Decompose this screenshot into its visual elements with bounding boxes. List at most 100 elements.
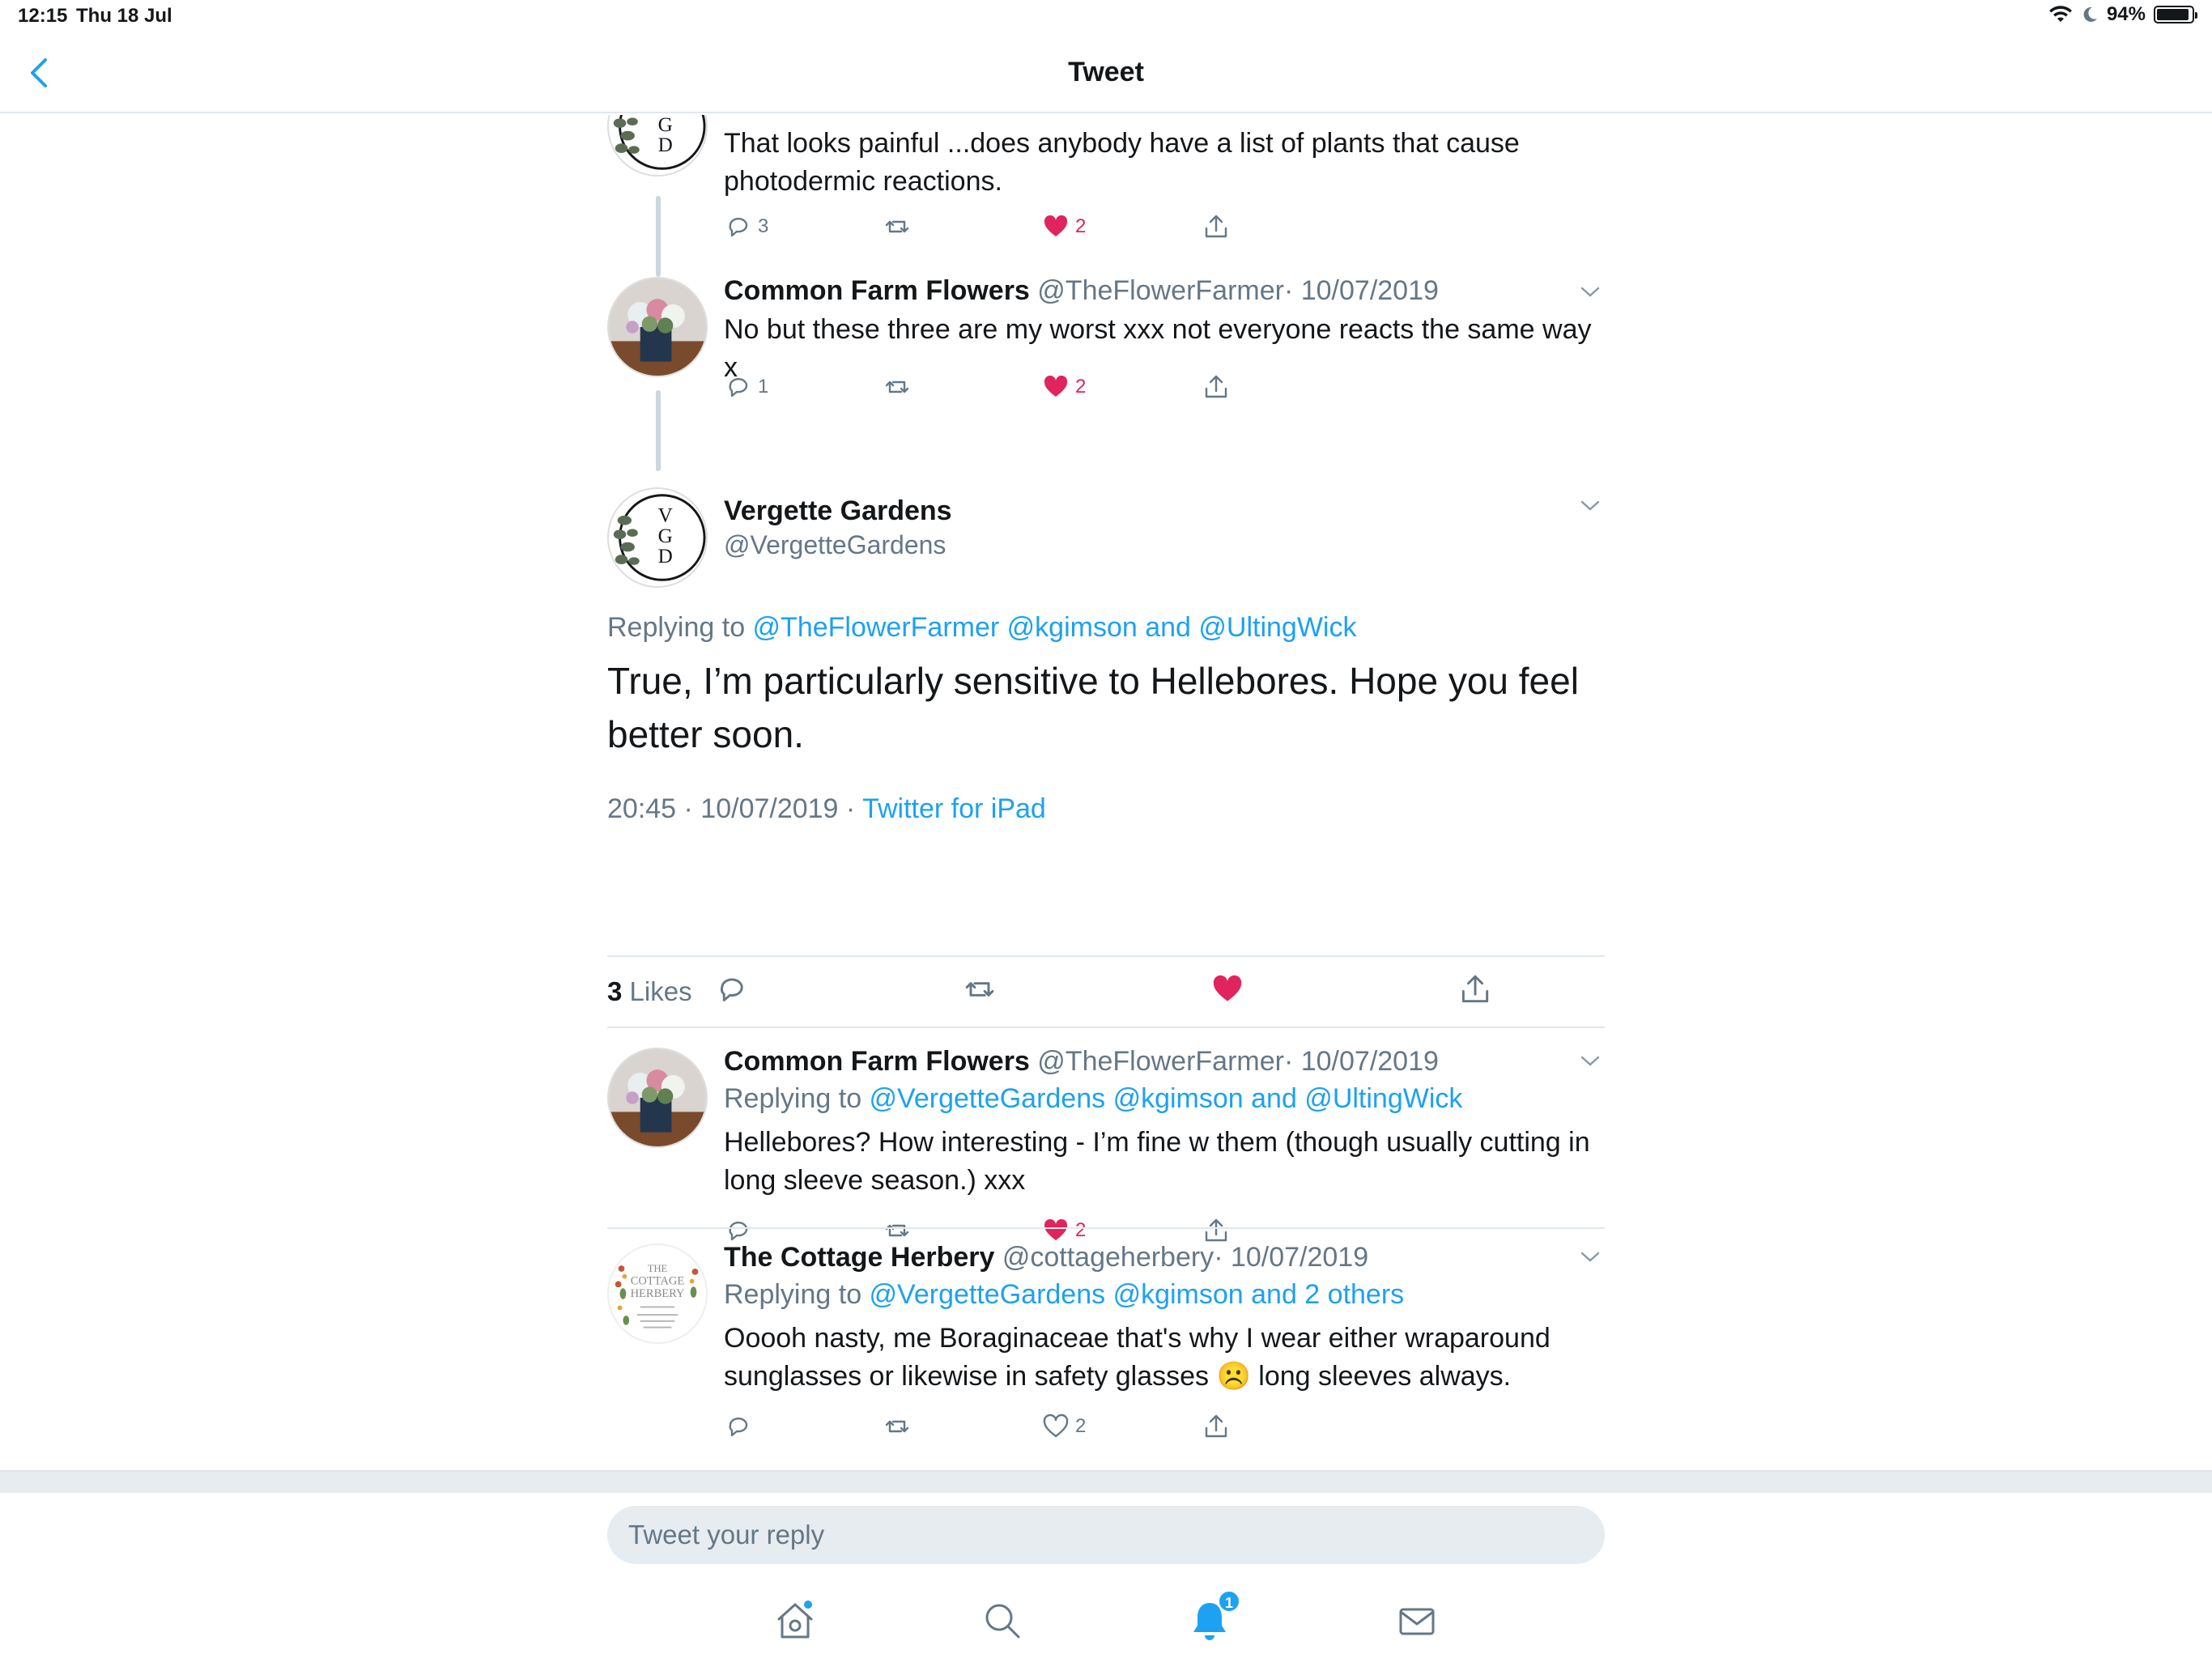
main-author: Vergette Gardens @VergetteGardens	[724, 494, 1605, 562]
like-count: 2	[1075, 215, 1087, 237]
reply-button[interactable]	[724, 1412, 753, 1441]
tweet-actions: 1 2	[724, 372, 1291, 408]
status-bar: 12:15 Thu 18 Jul 94%	[0, 0, 2212, 32]
reply-count: 1	[758, 376, 769, 397]
battery-icon	[2154, 6, 2197, 23]
heart-filled-icon	[1213, 975, 1242, 1001]
tab-notifications[interactable]: 1	[1185, 1590, 1240, 1645]
reply-icon	[729, 377, 748, 397]
main-tweet-actions	[607, 971, 1605, 1012]
tweet-timestamp: 20:45 · 10/07/2019 · Twitter for iPad	[607, 793, 1046, 825]
share-button[interactable]	[1202, 1412, 1231, 1441]
heart-outline-icon	[1043, 1414, 1069, 1438]
avatar[interactable]: THE COTTAGE HERBERY	[607, 1244, 708, 1344]
herbery-line: THE	[648, 1263, 668, 1274]
like-count: 2	[1075, 1219, 1087, 1241]
vgd-logo-image: V G D	[609, 115, 706, 175]
tweet-date: · 10/07/2019	[1214, 1242, 1369, 1273]
handle[interactable]: @TheFlowerFarmer	[1037, 275, 1284, 306]
tweet-header: Common Farm Flowers @TheFlowerFarmer· 10…	[724, 274, 1605, 308]
share-button[interactable]	[1202, 212, 1231, 241]
retweet-button[interactable]	[962, 971, 998, 1007]
handle[interactable]: @VergetteGardens	[724, 528, 1605, 562]
vgd-logo-image: V G D	[609, 489, 706, 586]
vgd-letter: V	[658, 505, 673, 527]
moon-icon	[2083, 6, 2097, 22]
retweet-button[interactable]	[883, 1412, 912, 1441]
tweet-text: Hellebores? How interesting - I’m fine w…	[724, 1127, 1590, 1196]
thread-tweet[interactable]: Common Farm Flowers @TheFlowerFarmer· 10…	[607, 274, 1605, 471]
search-icon	[985, 1604, 1020, 1639]
divider	[607, 1027, 1605, 1028]
vgd-letter: D	[658, 546, 673, 568]
avatar[interactable]	[607, 277, 708, 377]
wifi-icon	[2048, 6, 2072, 22]
tweet-source-link[interactable]: Twitter for iPad	[862, 793, 1046, 824]
reply-button[interactable]: 3	[724, 212, 768, 241]
reply-placeholder: Tweet your reply	[628, 1520, 825, 1550]
notification-badge: 1	[1218, 1590, 1240, 1613]
flowers-photo-image	[609, 1049, 706, 1146]
main-tweet-text: True, I’m particularly sensitive to Hell…	[607, 660, 1579, 755]
timestamp: 20:45 · 10/07/2019 ·	[607, 793, 863, 824]
replying-to-users[interactable]: @TheFlowerFarmer @kgimson and @UltingWic…	[753, 612, 1357, 643]
retweet-icon	[965, 982, 994, 997]
tweet-date: · 10/07/2019	[1283, 275, 1439, 306]
like-count: 2	[1075, 1415, 1087, 1437]
tweet-header: The Cottage Herbery @cottageherbery· 10/…	[724, 1240, 1605, 1274]
battery-percent: 94%	[2106, 3, 2146, 25]
replying-to-users[interactable]: @VergetteGardens @kgimson and 2 others	[870, 1279, 1405, 1310]
divider	[607, 1227, 1605, 1229]
reply-icon	[729, 217, 748, 237]
display-name[interactable]: Vergette Gardens	[724, 494, 1605, 528]
like-button[interactable]: 2	[1041, 1412, 1086, 1441]
status-time: 12:15	[18, 5, 68, 27]
replying-to: Replying to @TheFlowerFarmer @kgimson an…	[607, 607, 1357, 648]
share-icon	[1461, 975, 1489, 1003]
tweet-actions: 2	[724, 1412, 1291, 1448]
reply-button[interactable]: 1	[724, 372, 768, 402]
avatar[interactable]: V G D	[607, 115, 708, 176]
display-name[interactable]: The Cottage Herbery	[724, 1242, 994, 1273]
herbery-line: COTTAGE	[631, 1274, 685, 1287]
replying-to-prefix: Replying to	[607, 612, 753, 643]
tweet-reply-input[interactable]: Tweet your reply	[607, 1506, 1605, 1564]
tweet-header: Common Farm Flowers @TheFlowerFarmer· 10…	[724, 1044, 1605, 1078]
tweet-text: Ooooh nasty, me Boraginaceae that's why …	[724, 1323, 1551, 1392]
vgd-letter: G	[658, 115, 673, 136]
tab-search[interactable]	[978, 1596, 1027, 1645]
share-icon	[1205, 215, 1227, 238]
retweet-button[interactable]	[883, 212, 912, 241]
thread-tweet[interactable]: V G D That looks painful ...does anybody…	[607, 115, 1605, 277]
tab-home[interactable]	[771, 1596, 819, 1645]
share-button[interactable]	[1457, 971, 1493, 1007]
reply-button[interactable]	[714, 971, 750, 1007]
like-button[interactable]	[1210, 971, 1245, 1007]
vgd-letter: G	[658, 525, 673, 547]
tweet-date: · 10/07/2019	[1283, 1046, 1439, 1077]
cottage-herbery-logo-image: THE COTTAGE HERBERY	[609, 1245, 706, 1342]
tab-bar: 1	[0, 1584, 2212, 1658]
bottom-separator	[0, 1470, 2212, 1493]
display-name[interactable]: Common Farm Flowers	[724, 275, 1030, 306]
display-name[interactable]: Common Farm Flowers	[724, 1046, 1030, 1077]
like-button[interactable]: 2	[1041, 372, 1086, 402]
avatar[interactable]	[607, 1048, 708, 1148]
handle[interactable]: @TheFlowerFarmer	[1037, 1046, 1284, 1077]
share-icon	[1205, 375, 1227, 398]
retweet-icon	[885, 380, 909, 393]
tweet-body: That looks painful ...does anybody have …	[724, 125, 1605, 201]
replying-to-users[interactable]: @VergetteGardens @kgimson and @UltingWic…	[870, 1083, 1463, 1114]
vgd-letter: D	[658, 134, 673, 156]
tab-messages[interactable]	[1393, 1596, 1441, 1645]
share-button[interactable]	[1202, 372, 1231, 402]
flowers-photo-image	[609, 278, 706, 376]
tweet-body: Common Farm Flowers @TheFlowerFarmer· 10…	[724, 274, 1605, 387]
reply-icon	[729, 1417, 748, 1437]
like-button[interactable]: 2	[1041, 212, 1086, 241]
replying-to-prefix: Replying to	[724, 1083, 870, 1114]
handle[interactable]: @cottageherbery	[1002, 1242, 1214, 1273]
avatar[interactable]: V G D	[607, 487, 708, 588]
retweet-button[interactable]	[883, 372, 912, 402]
reply-tweet[interactable]: THE COTTAGE HERBERY The Cottage Herbery …	[607, 1240, 1605, 1470]
